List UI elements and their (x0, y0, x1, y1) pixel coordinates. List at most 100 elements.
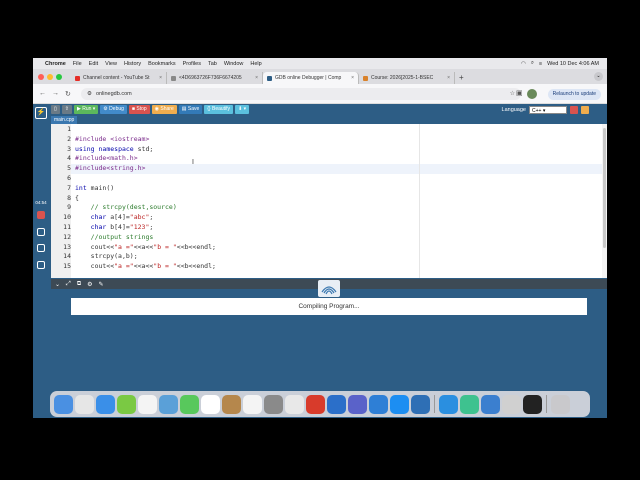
menu-chrome[interactable]: Chrome (45, 61, 66, 67)
notes-brown-icon[interactable] (222, 394, 241, 414)
new-tab-button[interactable]: + (455, 72, 464, 84)
settings-icon[interactable]: ⚙ (87, 281, 92, 288)
code-line[interactable]: //output strings (75, 233, 154, 241)
editor-scrollbar[interactable] (602, 124, 607, 278)
tab-close-icon[interactable]: × (159, 75, 162, 81)
settings-gear-icon[interactable] (570, 105, 578, 114)
outlook-icon[interactable] (369, 394, 388, 414)
expand-icon[interactable]: ⤢ (66, 281, 71, 288)
refresh-icon[interactable] (37, 228, 45, 236)
trash-bin-icon[interactable] (551, 394, 570, 414)
trash-icon[interactable] (37, 261, 45, 269)
new-file-icon[interactable]: ▯ (51, 104, 60, 114)
code-line[interactable]: int main() (75, 184, 114, 192)
menu-tab[interactable]: Tab (208, 61, 217, 67)
app-store-icon[interactable] (390, 394, 409, 414)
maps-icon[interactable] (159, 394, 178, 414)
calendar-icon[interactable] (201, 394, 220, 414)
forward-arrow-icon[interactable]: → (52, 90, 59, 97)
tab-close-icon[interactable]: × (351, 75, 354, 81)
tab-close-icon[interactable]: × (255, 75, 258, 81)
tab-onlinegdb[interactable]: GDB online Debugger | Comp × (263, 72, 359, 84)
powerpoint-icon[interactable] (306, 394, 325, 414)
chrome-icon[interactable] (285, 394, 304, 414)
search-icon[interactable]: ⌕ (531, 60, 534, 67)
language-select[interactable]: C++ ▾ (529, 105, 567, 114)
run-button[interactable]: ▶ Run ▾ (73, 104, 99, 114)
code-line[interactable]: char b[4]="123"; (75, 223, 154, 231)
code-line[interactable]: strcpy(a,b); (75, 252, 138, 260)
close-window-button[interactable] (38, 74, 44, 80)
file-tab-main[interactable]: main.cpp (51, 116, 77, 124)
word-icon[interactable] (327, 394, 346, 414)
code-line[interactable]: cout<<"a ="<<a<<"b = "<<b<<endl; (75, 262, 216, 270)
launchpad-icon[interactable] (75, 394, 94, 414)
code-line[interactable]: #include<string.h> (75, 164, 145, 172)
address-bar[interactable]: ⚙ onlinegdb.com ☆ (81, 88, 521, 100)
photos-icon[interactable] (138, 394, 157, 414)
code-editor[interactable]: 1 2 3 4 5 6 7 8 9 10 11 12 13 14 15 #include <iostream… (51, 124, 607, 278)
relaunch-button[interactable]: Relaunch to update (547, 89, 601, 100)
menu-bookmarks[interactable]: Bookmarks (148, 61, 176, 67)
minimize-window-button[interactable] (47, 74, 53, 80)
teams-icon[interactable] (348, 394, 367, 414)
reminders-icon[interactable] (243, 394, 262, 414)
code-line[interactable]: #include <iostream> (75, 135, 149, 143)
extensions-icon[interactable]: ▣ (516, 89, 523, 97)
tab-search-icon[interactable]: ⌄ (594, 72, 603, 81)
debug-button[interactable]: ⚙ Debug (100, 104, 127, 114)
clock[interactable]: Wed 10 Dec 4:06 AM (547, 61, 599, 67)
bookmark-star-icon[interactable]: ☆ (510, 90, 515, 97)
save-button[interactable]: ▤ Save (178, 104, 203, 114)
finder-icon[interactable] (54, 394, 73, 414)
profile-avatar[interactable] (527, 89, 537, 99)
facetime-icon[interactable] (180, 394, 199, 414)
control-center-icon[interactable]: ≡ (539, 61, 542, 67)
preview-icon[interactable] (502, 394, 521, 414)
record-icon[interactable] (37, 211, 45, 219)
menu-help[interactable]: Help (250, 61, 261, 67)
system-settings-icon[interactable] (264, 394, 283, 414)
menu-window[interactable]: Window (224, 61, 244, 67)
menu-logo-icon[interactable]: ⚡ (35, 107, 47, 119)
scrollbar-thumb[interactable] (603, 128, 606, 248)
pause-icon[interactable] (37, 244, 45, 252)
url-text: onlinegdb.com (95, 91, 132, 97)
quicktime-icon[interactable] (411, 394, 430, 414)
download-button[interactable]: ⬇ ▾ (235, 104, 250, 114)
menu-history[interactable]: History (124, 61, 141, 67)
clear-icon[interactable]: ✎ (99, 281, 104, 288)
code-line[interactable]: cout<<"a ="<<a<<"b = "<<b<<endl; (75, 243, 216, 251)
copy-icon[interactable]: ⧉ (77, 281, 81, 288)
menu-file[interactable]: File (73, 61, 82, 67)
tab-close-icon[interactable]: × (447, 75, 450, 81)
menu-profiles[interactable]: Profiles (183, 61, 201, 67)
reload-icon[interactable]: ↻ (65, 90, 71, 98)
safari-icon[interactable] (96, 394, 115, 414)
stop-button[interactable]: ■ Stop (128, 104, 150, 114)
messages-icon[interactable] (117, 394, 136, 414)
collapse-icon[interactable]: ⌄ (55, 281, 60, 288)
code-line[interactable]: char a[4]="abc"; (75, 213, 154, 221)
zoom-window-button[interactable] (56, 74, 62, 80)
info-icon[interactable] (581, 105, 589, 114)
line-app-icon[interactable] (460, 394, 479, 414)
menu-view[interactable]: View (105, 61, 117, 67)
share-button[interactable]: ◉ Share (151, 104, 177, 114)
tab-youtube[interactable]: Channel content - YouTube St × (71, 72, 167, 84)
tab-course[interactable]: Course: 2026[2025-1-BSEC × (359, 72, 455, 84)
code-line[interactable]: #include<math.h> (75, 154, 138, 162)
beautify-button[interactable]: {} Beautify (204, 104, 234, 114)
zoom-app-icon[interactable] (481, 394, 500, 414)
code-line[interactable]: { (75, 194, 79, 202)
code-line[interactable]: using namespace std; (75, 145, 153, 153)
wifi-icon[interactable]: ◠ (521, 61, 526, 67)
tab-hex-document[interactable]: <4D6963726F736F6674205 × (167, 72, 263, 84)
code-line[interactable]: // strcpy(dest,source) (75, 203, 177, 211)
terminal-icon[interactable] (523, 394, 542, 414)
menu-edit[interactable]: Edit (89, 61, 98, 67)
vscode-icon[interactable] (439, 394, 458, 414)
back-arrow-icon[interactable]: ← (39, 90, 46, 97)
upload-icon[interactable]: ⇧ (61, 104, 72, 114)
site-info-icon[interactable]: ⚙ (87, 91, 92, 97)
